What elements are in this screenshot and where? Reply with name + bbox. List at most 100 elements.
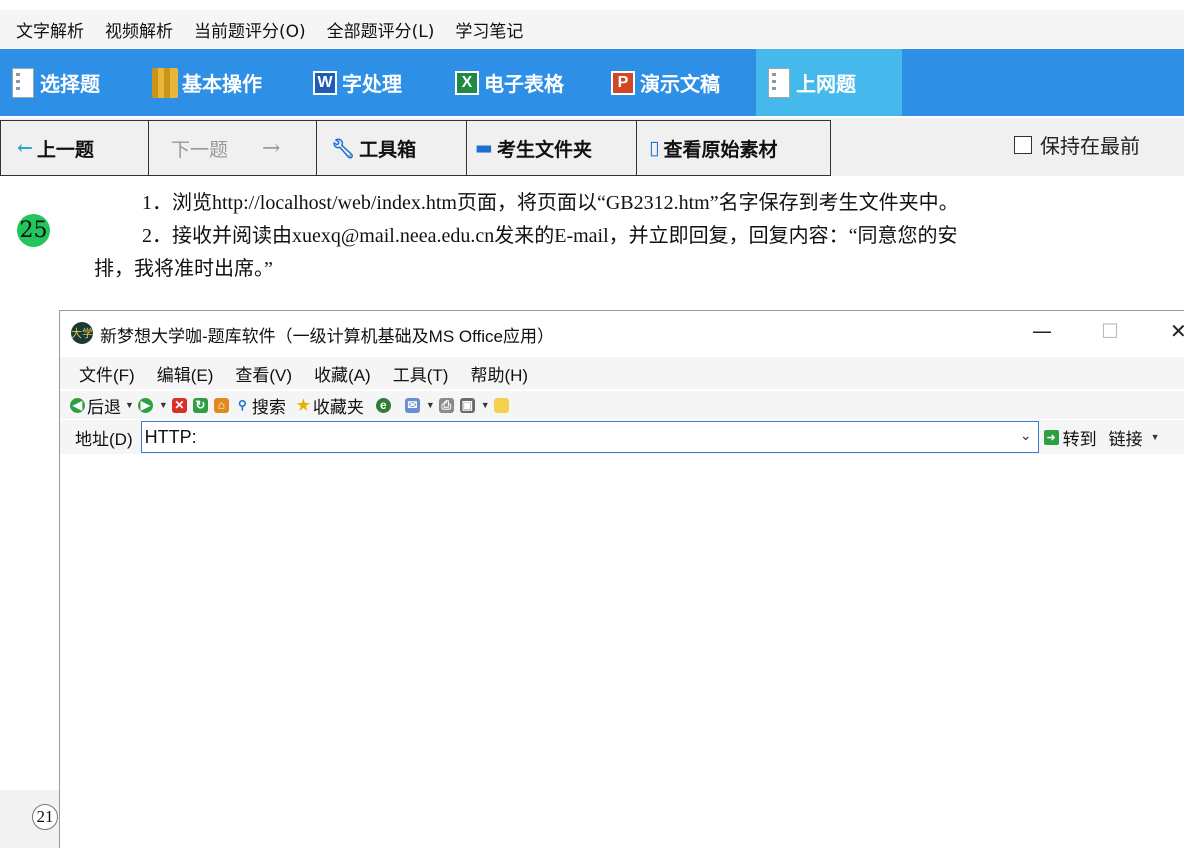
- print-icon: ⎙: [438, 397, 454, 413]
- stop-button[interactable]: ✕: [171, 397, 189, 413]
- tab-internet[interactable]: 上网题: [756, 49, 902, 116]
- go-arrow-icon[interactable]: ➜: [1043, 429, 1059, 445]
- menu-help[interactable]: 帮助(H): [470, 361, 528, 386]
- window-titlebar: 大学 新梦想大学咖-题库软件（一级计算机基础及MS Office应用） — ☐ …: [60, 311, 1184, 355]
- menu-edit[interactable]: 编辑(E): [157, 361, 214, 386]
- checkbox-box[interactable]: [1014, 135, 1032, 154]
- question-number-badge: 25: [17, 214, 50, 247]
- search-label: 搜索: [251, 397, 286, 417]
- close-button[interactable]: ✕: [1170, 319, 1184, 343]
- forward-button[interactable]: ▶: [137, 397, 155, 413]
- next-question-button[interactable]: 下一题 →: [149, 120, 317, 176]
- address-bar: 地址(D) ⌄ ➜ 转到 链接 ▼: [60, 420, 1184, 454]
- menu-study-notes[interactable]: 学习笔记: [455, 17, 523, 42]
- forward-dropdown-icon[interactable]: ▼: [159, 400, 168, 410]
- maximize-button[interactable]: ☐: [1101, 319, 1119, 343]
- file-icon: ▯: [649, 137, 660, 159]
- question-line-3: 排，我将准时出席。”: [94, 258, 273, 280]
- tab-label: 演示文稿: [640, 72, 720, 96]
- keep-on-top-label: 保持在最前: [1040, 134, 1140, 158]
- mail-dropdown-icon[interactable]: ▼: [426, 400, 435, 410]
- favorites-button[interactable]: ★ 收藏夹: [296, 393, 364, 418]
- excel-icon: X: [454, 67, 480, 99]
- star-icon: ★: [296, 397, 311, 414]
- print-button[interactable]: ⎙: [438, 397, 456, 413]
- category-tab-bar: 选择题 基本操作 W 字处理 X 电子表格 P 演示文稿 上网题: [0, 49, 1184, 116]
- tab-label: 电子表格: [484, 72, 564, 96]
- media-icon: e: [375, 397, 391, 413]
- question-line-2: 2．接收并阅读由xuexq@mail.neea.edu.cn发来的E-mail，…: [142, 225, 958, 247]
- stop-icon: ✕: [171, 397, 187, 413]
- address-label: 地址(D): [75, 429, 133, 449]
- media-button[interactable]: e: [375, 397, 393, 413]
- tab-choice[interactable]: 选择题: [0, 49, 142, 116]
- home-icon: ⌂: [213, 397, 229, 413]
- goto-button[interactable]: 转到: [1063, 425, 1097, 450]
- student-folder-label: 考生文件夹: [496, 138, 592, 161]
- tab-label: 上网题: [796, 72, 856, 96]
- home-button[interactable]: ⌂: [213, 397, 231, 413]
- menu-file[interactable]: 文件(F): [79, 361, 135, 386]
- student-folder-button[interactable]: ▬ 考生文件夹: [467, 120, 637, 176]
- keep-on-top-checkbox[interactable]: 保持在最前: [1014, 130, 1140, 159]
- arrow-right-icon: →: [262, 135, 281, 161]
- menu-view[interactable]: 查看(V): [235, 361, 292, 386]
- prev-question-button[interactable]: ← 上一题: [0, 120, 149, 176]
- menu-score-current[interactable]: 当前题评分(O): [194, 17, 306, 42]
- address-input[interactable]: [141, 426, 1002, 448]
- question-line-1: 1．浏览http://localhost/web/index.htm页面，将页面…: [142, 192, 959, 214]
- app-logo-icon: 大学: [71, 322, 93, 344]
- forward-arrow-icon: ▶: [137, 397, 153, 413]
- top-menu-bar: 文字解析 视频解析 当前题评分(O) 全部题评分(L) 学习笔记: [0, 10, 1184, 48]
- powerpoint-icon: P: [610, 67, 636, 99]
- edit-icon: ▣: [459, 397, 475, 413]
- view-material-button[interactable]: ▯ 查看原始素材: [637, 120, 831, 176]
- back-dropdown-icon[interactable]: ▼: [125, 400, 134, 410]
- next-label: 下一题: [171, 138, 229, 161]
- menu-tools[interactable]: 工具(T): [393, 361, 449, 386]
- tab-presentation[interactable]: P 演示文稿: [600, 49, 756, 116]
- mail-icon: ✉: [404, 397, 420, 413]
- tab-label: 字处理: [342, 72, 402, 96]
- back-label: 后退: [87, 397, 121, 417]
- address-field[interactable]: ⌄: [140, 421, 1039, 453]
- tab-spreadsheet[interactable]: X 电子表格: [444, 49, 600, 116]
- search-button[interactable]: ⚲ 搜索: [235, 393, 286, 418]
- refresh-icon: ↻: [192, 397, 208, 413]
- minimize-button[interactable]: —: [1032, 319, 1052, 343]
- folder-icon: ▬: [475, 137, 493, 159]
- side-number-badge: 21: [32, 804, 58, 830]
- browser-window: 大学 新梦想大学咖-题库软件（一级计算机基础及MS Office应用） — ☐ …: [59, 310, 1184, 848]
- edit-dropdown-icon[interactable]: ▼: [481, 400, 490, 410]
- question-nav-bar: ← 上一题 下一题 → 🔧︎ 工具箱 ▬ 考生文件夹 ▯ 查看原始素材 保持在最…: [0, 118, 1184, 176]
- links-dropdown-icon[interactable]: ▼: [1151, 432, 1160, 442]
- links-button[interactable]: 链接: [1109, 425, 1143, 450]
- back-arrow-icon: ◀: [70, 397, 85, 413]
- menu-text-analysis[interactable]: 文字解析: [16, 17, 84, 42]
- menu-score-all[interactable]: 全部题评分(L): [327, 17, 435, 42]
- browser-menu-bar: 文件(F) 编辑(E) 查看(V) 收藏(A) 工具(T) 帮助(H): [60, 357, 1184, 389]
- tab-basic-operation[interactable]: 基本操作: [142, 49, 302, 116]
- refresh-button[interactable]: ↻: [192, 397, 210, 413]
- search-icon: ⚲: [237, 398, 247, 412]
- edit-button[interactable]: ▣: [459, 397, 477, 413]
- arrow-left-icon: ←: [17, 137, 33, 159]
- back-button[interactable]: ◀ 后退: [70, 393, 121, 418]
- folder-icon: [152, 67, 178, 99]
- tab-word-processing[interactable]: W 字处理: [302, 49, 444, 116]
- chevron-down-icon[interactable]: ⌄: [1020, 427, 1032, 444]
- prev-label: 上一题: [36, 138, 94, 161]
- note-button[interactable]: [493, 397, 511, 413]
- mail-button[interactable]: ✉: [404, 397, 422, 413]
- favorites-label: 收藏夹: [312, 397, 364, 417]
- menu-video-analysis[interactable]: 视频解析: [105, 17, 173, 42]
- note-icon: [493, 397, 509, 413]
- window-title: 新梦想大学咖-题库软件（一级计算机基础及MS Office应用）: [100, 327, 554, 346]
- menu-favorites[interactable]: 收藏(A): [314, 361, 371, 386]
- view-material-label: 查看原始素材: [663, 138, 778, 161]
- word-icon: W: [312, 67, 338, 99]
- toolbox-button[interactable]: 🔧︎ 工具箱: [317, 120, 467, 176]
- browser-toolbar: ◀ 后退 ▼ ▶ ▼ ✕ ↻ ⌂ ⚲ 搜索 ★ 收藏夹 e ✉ ▼ ⎙ ▣ ▼: [60, 391, 1184, 419]
- tab-label: 选择题: [40, 72, 100, 96]
- document-icon: [10, 67, 36, 99]
